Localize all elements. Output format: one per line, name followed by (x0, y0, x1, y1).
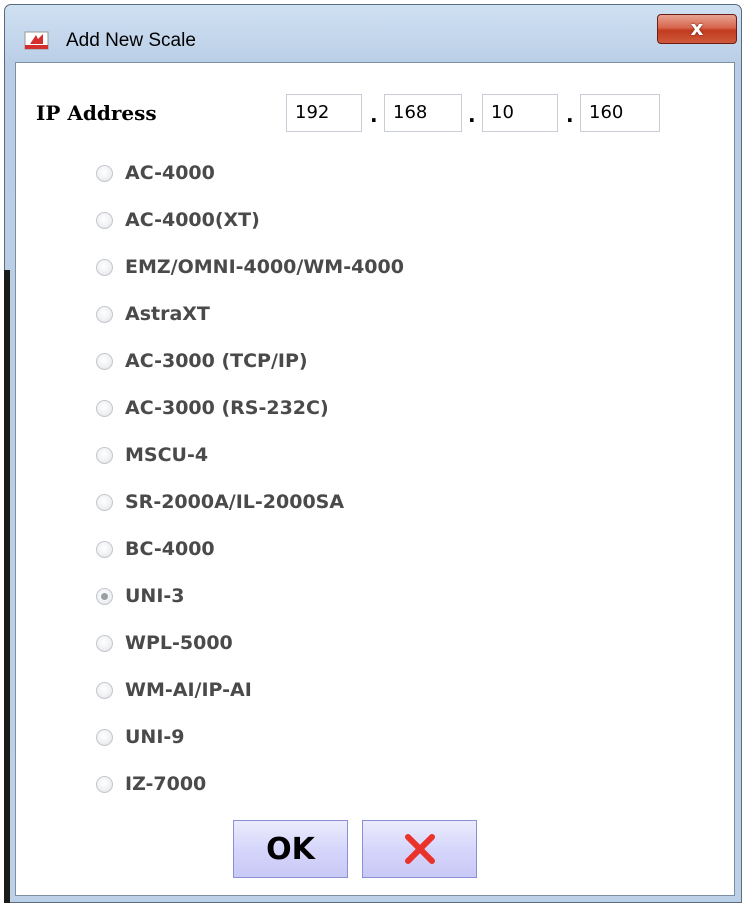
radio-button[interactable] (96, 164, 113, 182)
ok-button-label: OK (266, 831, 315, 867)
radio-button[interactable] (96, 399, 113, 417)
ip-octet-2-input[interactable]: 168 (384, 94, 462, 132)
close-button[interactable]: x (657, 14, 737, 44)
scale-option-label: AstraXT (125, 303, 210, 325)
ip-octet-3-input[interactable]: 10 (482, 94, 558, 132)
scale-option-wm-ai-ip-ai[interactable]: WM-AI/IP-AI (96, 673, 252, 707)
scale-option-uni-9[interactable]: UNI-9 (96, 720, 185, 754)
ip-separator: . (566, 103, 574, 127)
scale-option-ac-4000-xt[interactable]: AC-4000(XT) (96, 203, 260, 237)
scale-option-sr-2000a[interactable]: SR-2000A/IL-2000SA (96, 485, 344, 519)
ip-address-label: IP Address (36, 101, 157, 125)
radio-button[interactable] (96, 775, 113, 793)
radio-button[interactable] (96, 446, 113, 464)
background-window-edge (4, 270, 10, 903)
ip-octet-1-input[interactable]: 192 (286, 94, 362, 132)
radio-button[interactable] (96, 728, 113, 746)
scale-option-label: AC-3000 (TCP/IP) (125, 350, 308, 372)
scale-option-wpl-5000[interactable]: WPL-5000 (96, 626, 233, 660)
scale-option-label: SR-2000A/IL-2000SA (125, 491, 345, 513)
scale-option-emz-omni-wm-4000[interactable]: EMZ/OMNI-4000/WM-4000 (96, 250, 404, 284)
radio-button[interactable] (96, 258, 113, 276)
app-scale-icon (24, 31, 49, 50)
cancel-button[interactable] (362, 820, 477, 878)
scale-option-label: UNI-3 (125, 585, 185, 607)
window-title: Add New Scale (66, 30, 196, 51)
scale-option-ac-4000[interactable]: AC-4000 (96, 156, 215, 190)
scale-option-iz-7000[interactable]: IZ-7000 (96, 767, 206, 801)
dialog-content: IP Address 192 . 168 . 10 . 160 AC-4000 … (15, 62, 735, 896)
scale-option-label: WPL-5000 (125, 632, 233, 654)
scale-option-ac-3000-rs232[interactable]: AC-3000 (RS-232C) (96, 391, 329, 425)
scale-option-label: UNI-9 (125, 726, 185, 748)
scale-option-astraxt[interactable]: AstraXT (96, 297, 210, 331)
scale-option-label: BC-4000 (125, 538, 215, 560)
radio-button[interactable] (96, 681, 113, 699)
radio-button-selected[interactable] (96, 587, 113, 605)
scale-option-uni-3[interactable]: UNI-3 (96, 579, 185, 613)
red-x-icon (404, 834, 435, 864)
scale-option-mscu-4[interactable]: MSCU-4 (96, 438, 208, 472)
scale-option-label: WM-AI/IP-AI (125, 679, 252, 701)
close-icon: x (690, 16, 704, 40)
radio-button[interactable] (96, 540, 113, 558)
scale-option-ac-3000-tcp[interactable]: AC-3000 (TCP/IP) (96, 344, 308, 378)
scale-option-bc-4000[interactable]: BC-4000 (96, 532, 215, 566)
ip-separator: . (370, 103, 378, 127)
ok-button[interactable]: OK (233, 820, 348, 878)
scale-option-label: AC-4000(XT) (125, 209, 260, 231)
scale-option-label: EMZ/OMNI-4000/WM-4000 (125, 256, 404, 278)
radio-button[interactable] (96, 493, 113, 511)
scale-option-label: AC-4000 (125, 162, 215, 184)
radio-button[interactable] (96, 305, 113, 323)
scale-option-label: IZ-7000 (125, 773, 207, 795)
scale-option-label: MSCU-4 (125, 444, 209, 466)
ip-separator: . (468, 103, 476, 127)
title-bar[interactable]: Add New Scale x (6, 6, 740, 62)
scale-option-label: AC-3000 (RS-232C) (125, 397, 329, 419)
radio-button[interactable] (96, 352, 113, 370)
radio-button[interactable] (96, 634, 113, 652)
radio-button[interactable] (96, 211, 113, 229)
ip-octet-4-input[interactable]: 160 (580, 94, 660, 132)
